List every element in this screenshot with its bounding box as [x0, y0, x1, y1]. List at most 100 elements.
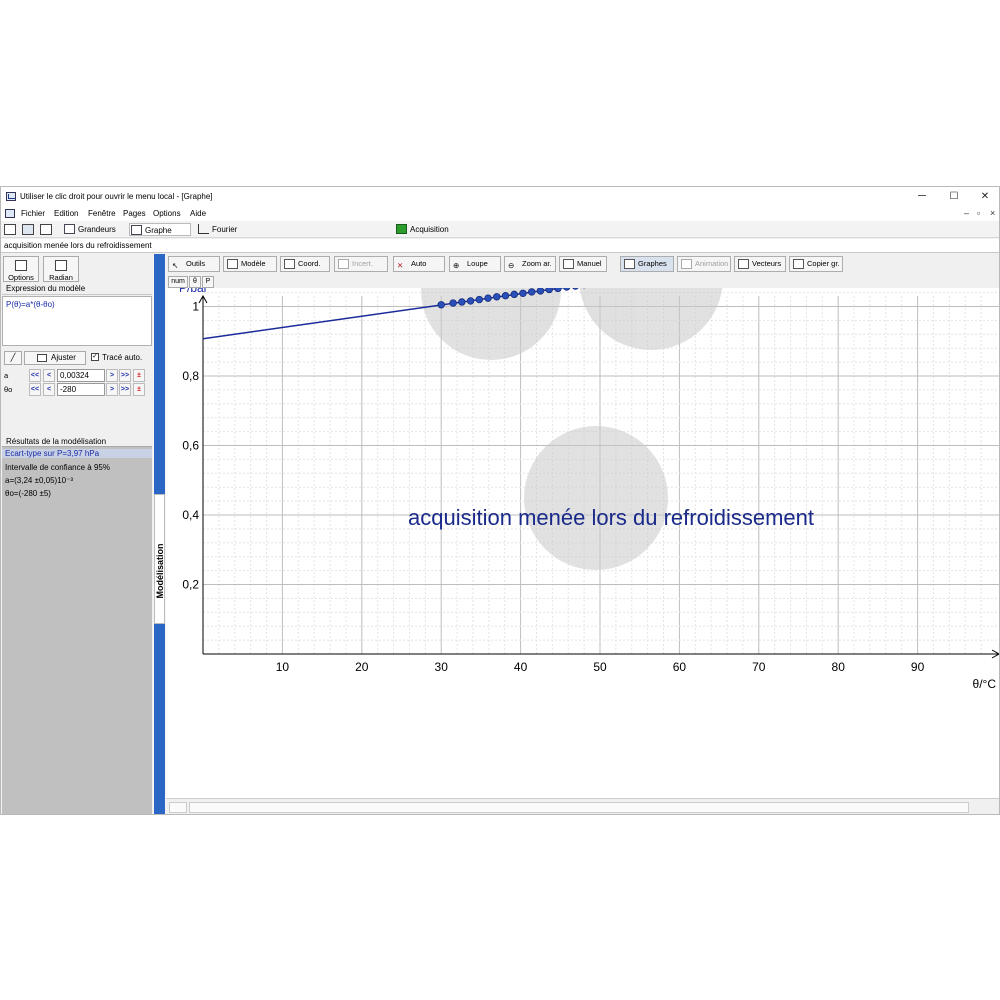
increase-button[interactable]: >	[106, 383, 118, 396]
side-strip: Modélisation	[153, 254, 166, 814]
auto-button[interactable]: ✕ Auto	[393, 256, 445, 272]
copier-button[interactable]: Copier gr.	[789, 256, 843, 272]
param-a-input[interactable]: 0,00324	[57, 369, 105, 382]
open-file-icon[interactable]	[22, 224, 34, 235]
graphes-button[interactable]: Graphes	[620, 256, 674, 272]
results-title: Résultats de la modélisation	[2, 436, 152, 447]
splitter-bar[interactable]	[154, 254, 165, 494]
options-button[interactable]: Options	[3, 256, 39, 282]
ajuster-button[interactable]: Ajuster	[24, 351, 86, 365]
comment-text: acquisition menée lors du refroidissemen…	[4, 241, 152, 250]
coord-icon	[284, 259, 295, 269]
y-tick-label: 0,4	[182, 508, 199, 522]
param-name: a	[4, 371, 9, 380]
radian-icon	[55, 260, 67, 271]
incert-button[interactable]: Incert.	[334, 256, 388, 272]
x-tick-label: 70	[752, 660, 766, 674]
data-point	[510, 290, 518, 299]
vecteurs-button[interactable]: Vecteurs	[734, 256, 786, 272]
menu-fenetre[interactable]: Fenêtre	[88, 209, 116, 218]
menu-options[interactable]: Options	[153, 209, 181, 218]
tab-num[interactable]: num	[168, 276, 188, 288]
x-tick-label: 90	[911, 660, 925, 674]
save-icon[interactable]	[4, 224, 16, 235]
param-row-a: a << < 0,00324 > >> ±	[2, 369, 152, 382]
param-row-theta0: θo << < -280 > >> ±	[2, 383, 152, 396]
increase-button[interactable]: >	[106, 369, 118, 382]
graph-toolbar: ↖ Outils Modèle Coord. Incert. ✕ Auto ⊕ Lou…	[166, 254, 999, 274]
menu-edition[interactable]: Edition	[54, 209, 78, 218]
data-point	[528, 288, 536, 296]
y-tick-label: 0,6	[182, 439, 199, 453]
radian-button[interactable]: Radian	[43, 256, 79, 282]
tab-p[interactable]: P	[202, 276, 214, 288]
mdi-minimize-button[interactable]: –	[964, 208, 969, 218]
data-point	[437, 301, 445, 309]
graph-annotation: acquisition menée lors du refroidissemen…	[408, 505, 814, 530]
animation-icon	[681, 259, 692, 269]
fast-decrease-button[interactable]: <<	[29, 383, 41, 396]
modelisation-label: Modélisation	[155, 543, 165, 599]
slope-tool-button[interactable]: ╱	[4, 351, 22, 365]
mdi-close-button[interactable]: ×	[990, 208, 995, 218]
decrease-button[interactable]: <	[43, 369, 55, 382]
data-point	[475, 295, 484, 304]
zoom-back-button[interactable]: ⊖ Zoom ar.	[504, 256, 556, 272]
tab-fourier[interactable]: Fourier	[197, 223, 237, 236]
options-icon	[15, 260, 27, 271]
uncertainty-button[interactable]: ±	[133, 369, 145, 382]
menu-bar: Fichier Edition Fenêtre Pages Options Ai…	[1, 207, 999, 221]
trace-auto-label: Tracé auto.	[102, 353, 143, 362]
swap-icon[interactable]	[40, 224, 52, 235]
maximize-button[interactable]: ☐	[946, 189, 962, 204]
expression-editor[interactable]: P(θ)=a*(θ-θo)	[2, 296, 152, 346]
tab-bar: Grandeurs Graphe Fourier Acquisition	[1, 221, 999, 238]
menu-pages[interactable]: Pages	[123, 209, 146, 218]
tab-acquisition[interactable]: Acquisition	[395, 223, 449, 236]
param-theta0-input[interactable]: -280	[57, 383, 105, 396]
document-icon	[5, 209, 15, 218]
fast-decrease-button[interactable]: <<	[29, 369, 41, 382]
close-button[interactable]: ✕	[977, 189, 993, 204]
decrease-button[interactable]: <	[43, 383, 55, 396]
horizontal-scrollbar[interactable]	[166, 798, 999, 814]
data-point	[449, 299, 457, 307]
graph-area[interactable]: 1020304050607080900,20,40,60,811,2P/barθ…	[166, 288, 999, 798]
data-point	[563, 288, 571, 291]
animation-button[interactable]: Animation	[677, 256, 731, 272]
result-line: Intervalle de confiance à 95%	[5, 463, 110, 472]
scroll-segment[interactable]	[169, 802, 187, 813]
window-title: Utiliser le clic droit pour ouvrir le me…	[20, 192, 213, 201]
uncertainty-button[interactable]: ±	[133, 383, 145, 396]
outils-button[interactable]: ↖ Outils	[168, 256, 220, 272]
model-icon	[227, 259, 238, 269]
fast-increase-button[interactable]: >>	[119, 369, 131, 382]
y-tick-label: 1	[192, 300, 199, 314]
fast-increase-button[interactable]: >>	[119, 383, 131, 396]
x-tick-label: 50	[593, 660, 607, 674]
minimize-button[interactable]: ─	[914, 189, 930, 204]
loupe-button[interactable]: ⊕ Loupe	[449, 256, 501, 272]
results-panel: Résultats de la modélisation Ecart-type …	[2, 436, 152, 814]
result-line: θo=(-280 ±5)	[5, 489, 51, 498]
data-point	[458, 298, 466, 306]
tab-grandeurs[interactable]: Grandeurs	[63, 223, 116, 236]
x-tick-label: 40	[514, 660, 528, 674]
data-point	[493, 293, 501, 301]
coord-button[interactable]: Coord.	[280, 256, 330, 272]
modele-button[interactable]: Modèle	[223, 256, 277, 272]
tab-graphe[interactable]: Graphe	[129, 223, 191, 236]
mdi-restore-button[interactable]: ▫	[977, 208, 980, 218]
table-icon	[64, 224, 75, 234]
scroll-track[interactable]	[189, 802, 969, 813]
trace-auto-checkbox[interactable]: ✓	[91, 353, 99, 361]
acquisition-icon	[396, 224, 407, 234]
tab-theta[interactable]: θ	[189, 276, 201, 288]
expression-text: P(θ)=a*(θ-θo)	[6, 300, 55, 309]
manuel-button[interactable]: Manuel	[559, 256, 607, 272]
menu-aide[interactable]: Aide	[190, 209, 206, 218]
comment-bar[interactable]: acquisition menée lors du refroidissemen…	[1, 239, 999, 253]
menu-fichier[interactable]: Fichier	[21, 209, 45, 218]
graphs-icon	[624, 259, 635, 269]
splitter-bar[interactable]	[154, 624, 165, 814]
